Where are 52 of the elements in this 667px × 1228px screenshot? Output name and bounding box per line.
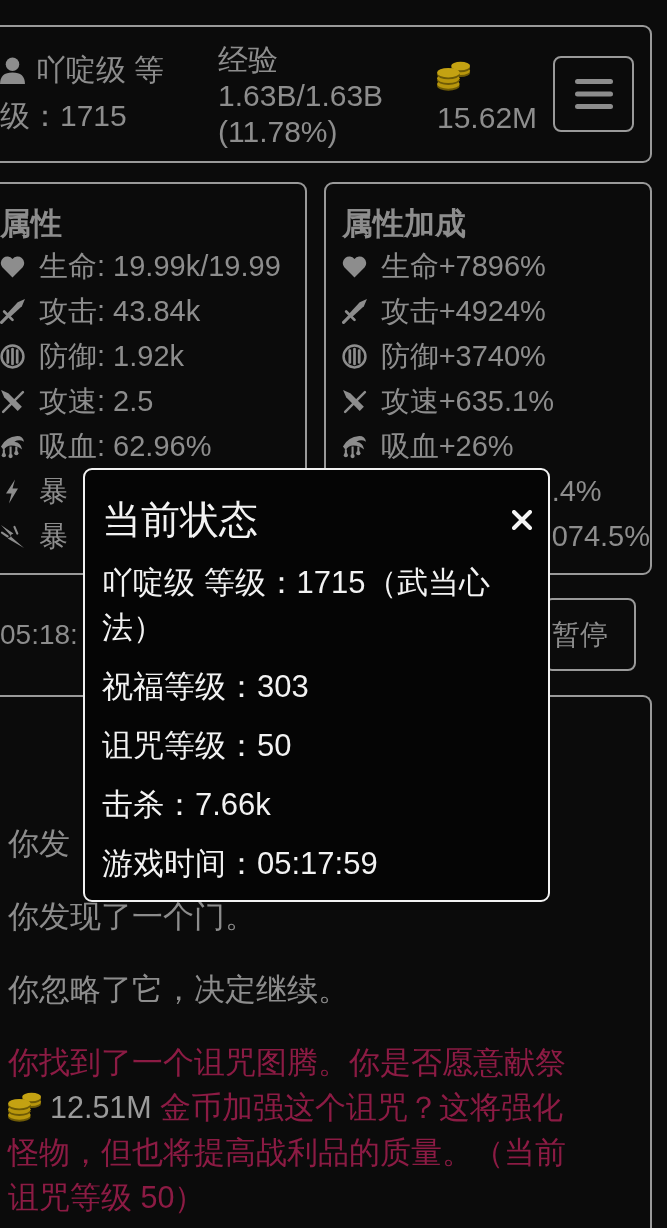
log-message: 你忽略了它，决定继续。 [8,971,349,1008]
stat-text: 攻击: 43.84k [39,293,201,329]
dialog-text: 诅咒等级：50 [102,727,292,765]
player-level: 级：1715 [0,98,128,134]
stat-text: 攻速: 2.5 [39,383,154,419]
crossed-sword-icon [341,389,367,414]
menu-icon [574,79,613,109]
stat-text: 攻速+635.1% [380,383,554,419]
dialog-text: 吖啶级 等级：1715（武当心法） [102,564,491,647]
stat-text: 吸血: 62.96% [39,428,212,464]
dialog-title: 当前状态 [102,497,258,543]
log-message: 你发 [8,825,70,862]
shield-icon [0,344,25,369]
coins-icon [437,61,471,91]
stat-text: 防御+3740% [380,338,546,374]
dialog-text: 击杀：7.66k [102,786,271,824]
experience-value: 1.63B/1.63B [218,78,385,114]
stat-text: 生命+7896% [380,248,546,284]
dialog-text: 祝福等级：303 [102,668,309,706]
player-name: 吖啶级 等 [36,52,165,88]
stat-text: 吸血+26% [380,428,514,464]
log-message: 你发现了一个门。 [8,898,256,935]
crossed-sword-icon [0,389,25,414]
lightning-icon [5,479,19,504]
heart-icon [0,254,25,279]
stat-text: 暴 [39,473,68,509]
sword-icon [0,299,25,324]
shield-icon [341,344,367,369]
sword-icon [341,299,367,324]
stat-text: 生命: 19.99k/19.99 [39,248,281,284]
dialog-text: 游戏时间：05:17:59 [102,845,378,883]
panel-title: 属性 [0,205,63,243]
stat-text: 防御: 1.92k [39,338,185,374]
heart-icon [341,254,367,279]
coin-amount: 15.62M [437,101,538,135]
lightning-slash-icon [0,524,25,549]
close-icon [512,510,532,530]
coins-icon [8,1092,42,1122]
blood-drip-icon [0,434,25,459]
menu-button[interactable] [553,56,634,132]
log-message: 你找到了一个诅咒图腾。你是否愿意献祭 12.51M 金币加强这个诅咒？这将强化怪物，但也将提高战利品的质量。（当前诅咒等级 50） [8,1044,567,1216]
person-icon [0,56,25,84]
stat-text: .4% [551,475,602,508]
close-button[interactable] [512,510,532,530]
blood-drip-icon [341,434,367,459]
stat-text: 攻击+4924% [380,293,546,329]
experience-percent: (11.78%) [218,114,339,150]
panel-title: 属性加成 [341,205,467,243]
experience-label: 经验 [218,42,279,78]
stat-text: 074.5% [551,520,650,553]
stat-text: 暴 [39,518,68,554]
clock-text: 05:18: [0,618,78,651]
